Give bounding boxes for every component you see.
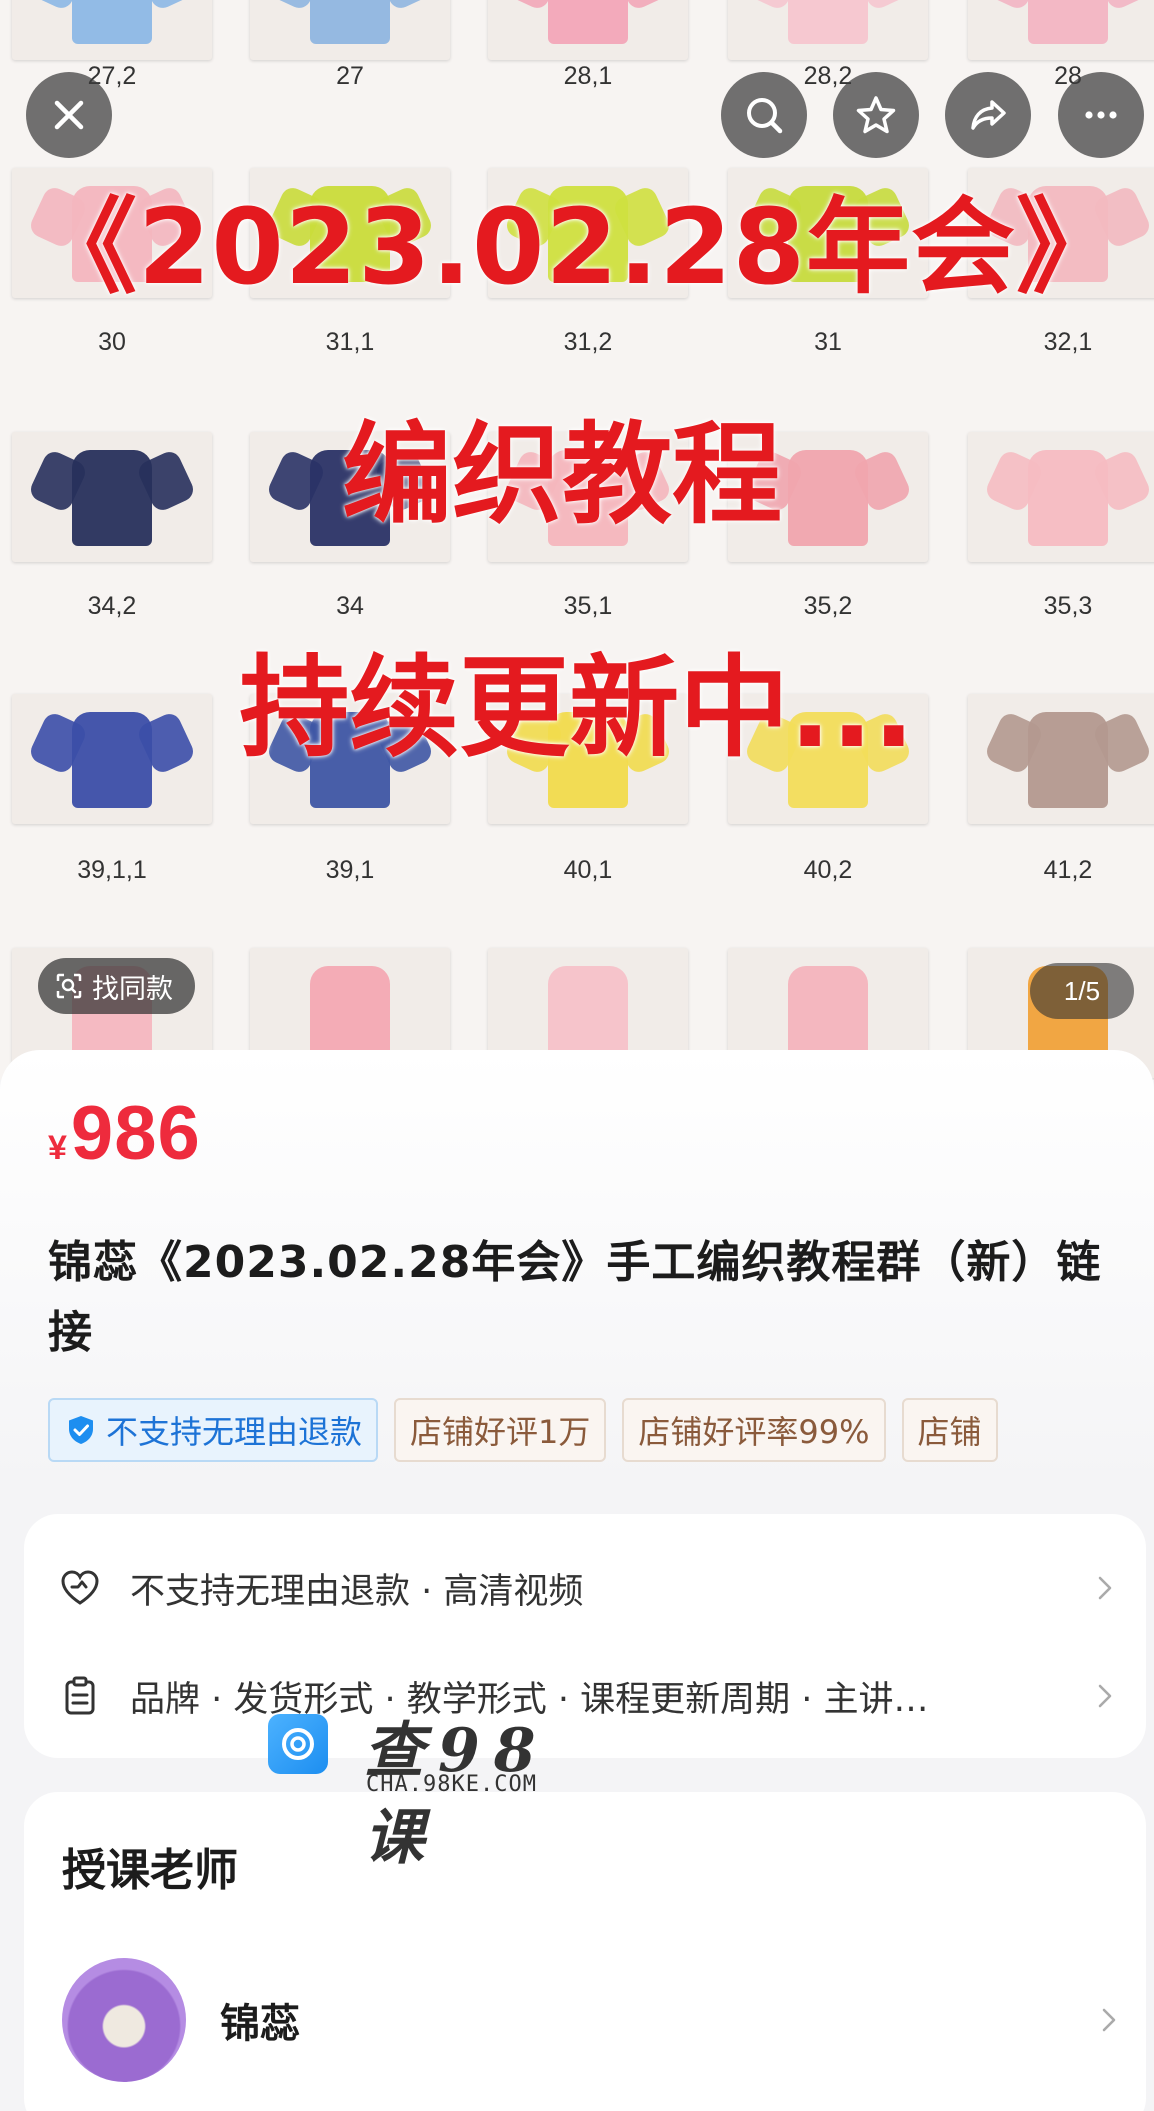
thumbnail-label: 34,2 [87, 592, 137, 620]
clipboard-icon [65, 1676, 95, 1715]
share-icon [971, 100, 1006, 130]
service-detail-card: 不支持无理由退款 · 高清视频 品牌 · 发货形式 · 教学形式 · 课程更新周… [24, 1514, 1146, 1758]
thumbnail-label: 40,2 [803, 856, 853, 884]
teacher-card: 授课老师 锦蕊 [24, 1792, 1146, 2111]
thumbnail-label: 32,1 [1043, 328, 1093, 356]
tag-shop-rating[interactable]: 店铺好评率99% [622, 1398, 886, 1462]
tutorial-thumbnail [250, 0, 450, 60]
search-icon [747, 98, 783, 134]
find-similar-label: 找同款 [92, 973, 173, 1005]
scan-icon [56, 973, 82, 999]
teacher-section-title: 授课老师 [62, 1845, 238, 1896]
more-button[interactable] [1058, 72, 1144, 158]
tutorial-thumbnail [488, 0, 688, 60]
product-image-carousel[interactable]: 27,2 27 28,1 28,2 28 30 31,1 31,2 31 32,1 34,2 34 35… [0, 0, 1154, 1080]
more-icon [1085, 111, 1117, 119]
thumbnail-label: 40,1 [563, 856, 613, 884]
thumbnail-label: 31,1 [325, 328, 375, 356]
thumbnail-label: 41,2 [1043, 856, 1093, 884]
site-watermark: 查98课 CHA.98KE.COM [268, 1702, 568, 1873]
watermark-url: CHA.98KE.COM [366, 1772, 537, 1797]
tag-shop-more[interactable]: 店铺 [901, 1398, 998, 1462]
chevron-right-icon [1102, 2008, 1116, 2032]
teacher-avatar [62, 1958, 186, 2082]
tutorial-thumbnail [12, 0, 212, 60]
favorite-button[interactable] [833, 72, 919, 158]
tutorial-thumbnail [968, 0, 1154, 60]
price: ¥ 986 [48, 1090, 201, 1177]
thumbnail-label: 27 [336, 62, 364, 90]
overlay-status: 持续更新中... [239, 644, 915, 772]
thumbnail-label: 39,1,1 [77, 856, 147, 884]
product-params-row[interactable]: 品牌 · 发货形式 · 教学形式 · 课程更新周期 · 主讲… [58, 1666, 1118, 1726]
overlay-title: 《2023.02.28年会》 [33, 186, 1121, 308]
thumbnail-label: 35,3 [1043, 592, 1093, 620]
thumbnail-label: 35,2 [803, 592, 853, 620]
thumbnail-label: 30 [98, 328, 126, 356]
price-value: 986 [70, 1091, 201, 1176]
thumbnail-label: 34 [336, 592, 364, 620]
image-page-indicator: 1/5 [1030, 963, 1134, 1019]
shield-check-icon [69, 1416, 93, 1444]
thumbnail-label: 39,1 [325, 856, 375, 884]
tag-label: 不支持无理由退款 [106, 1413, 363, 1451]
service-tags: 不支持无理由退款 店铺好评1万 店铺好评率99% 店铺 [48, 1398, 1122, 1464]
teacher-row[interactable]: 锦蕊 [62, 1958, 1122, 2082]
close-icon [54, 100, 84, 130]
return-policy-row[interactable]: 不支持无理由退款 · 高清视频 [58, 1558, 1118, 1618]
watermark-logo-icon [268, 1714, 328, 1774]
close-button[interactable] [26, 72, 112, 158]
product-info-panel: ¥ 986 锦蕊《2023.02.28年会》手工编织教程群（新）链接 不支持无理… [0, 1050, 1154, 2111]
chevron-right-icon [1098, 1684, 1112, 1708]
tutorial-thumbnail [728, 0, 928, 60]
find-similar-button[interactable]: 找同款 [38, 958, 195, 1014]
currency-symbol: ¥ [48, 1129, 67, 1167]
share-button[interactable] [945, 72, 1031, 158]
thumbnail-label: 31,2 [563, 328, 613, 356]
thumbnail-label: 31 [814, 328, 842, 356]
product-title: 锦蕊《2023.02.28年会》手工编织教程群（新）链接 [48, 1237, 1102, 1358]
star-icon [856, 96, 896, 134]
product-summary: ¥ 986 锦蕊《2023.02.28年会》手工编织教程群（新）链接 不支持无理… [0, 1050, 1154, 1490]
teacher-name: 锦蕊 [220, 2001, 300, 2047]
overlay-subtitle: 编织教程 [342, 411, 782, 539]
return-policy-text: 不支持无理由退款 · 高清视频 [130, 1571, 584, 1612]
tag-no-return[interactable]: 不支持无理由退款 [48, 1398, 379, 1462]
thumbnail-label: 28,1 [563, 62, 613, 90]
search-button[interactable] [721, 72, 807, 158]
chevron-right-icon [1098, 1576, 1112, 1600]
heart-shield-icon [61, 1570, 99, 1605]
tag-shop-reviews[interactable]: 店铺好评1万 [394, 1398, 607, 1462]
thumbnail-label: 35,1 [563, 592, 613, 620]
